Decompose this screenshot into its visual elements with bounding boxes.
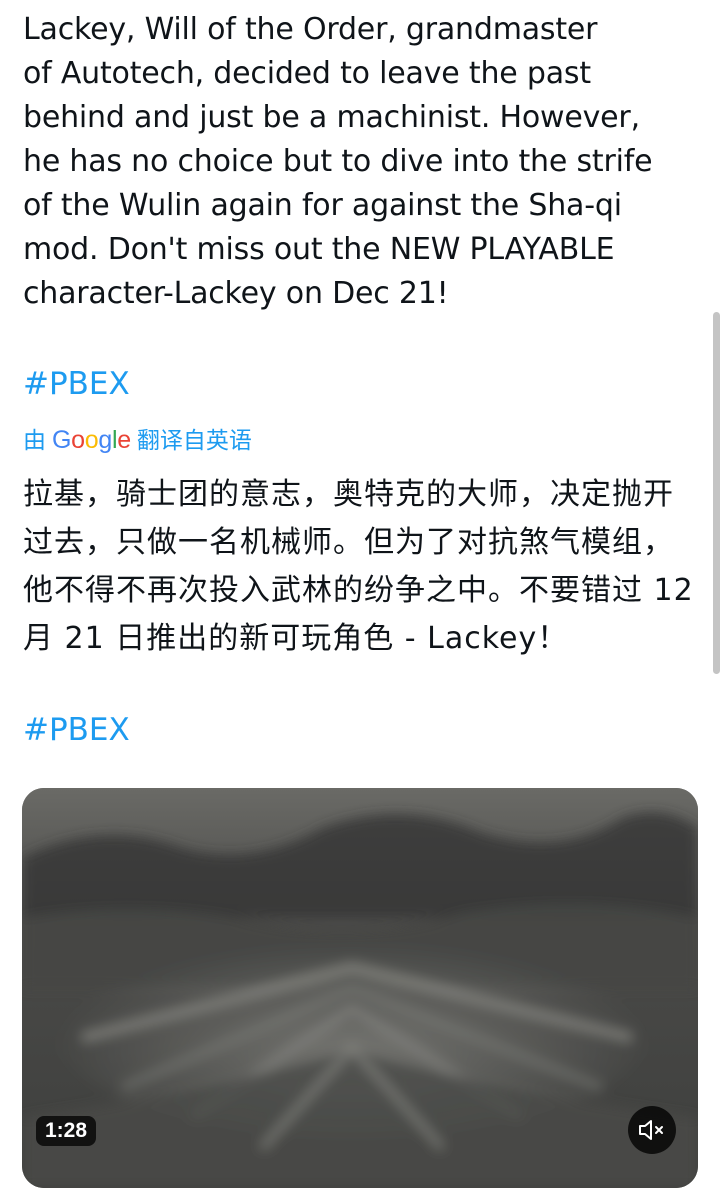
tweet-text: Lackey, Will of the Order, grandmaster o…	[23, 12, 653, 311]
video-frame	[22, 788, 698, 1188]
tweet-body: Lackey, Will of the Order, grandmaster o…	[23, 8, 695, 748]
scrollbar[interactable]	[713, 312, 720, 674]
mute-button[interactable]	[628, 1106, 676, 1154]
google-logo: Google	[52, 426, 131, 454]
video-duration-badge: 1:28	[36, 1116, 97, 1146]
translation-attribution[interactable]: 由 Google 翻译自英语	[23, 420, 252, 461]
translated-text: 拉基，骑士团的意志，奥特克的大师，决定抛开过去，只做一名机械师。但为了对抗煞气模…	[23, 477, 694, 656]
translated-hashtag-link[interactable]: #PBEX	[23, 708, 130, 752]
hashtag-link[interactable]: #PBEX	[23, 362, 130, 406]
translation-prefix: 由	[23, 428, 46, 454]
speaker-muted-icon	[639, 1120, 663, 1140]
video-player[interactable]: 1:28	[22, 788, 698, 1188]
translation-source-label: 翻译自英语	[136, 428, 252, 454]
